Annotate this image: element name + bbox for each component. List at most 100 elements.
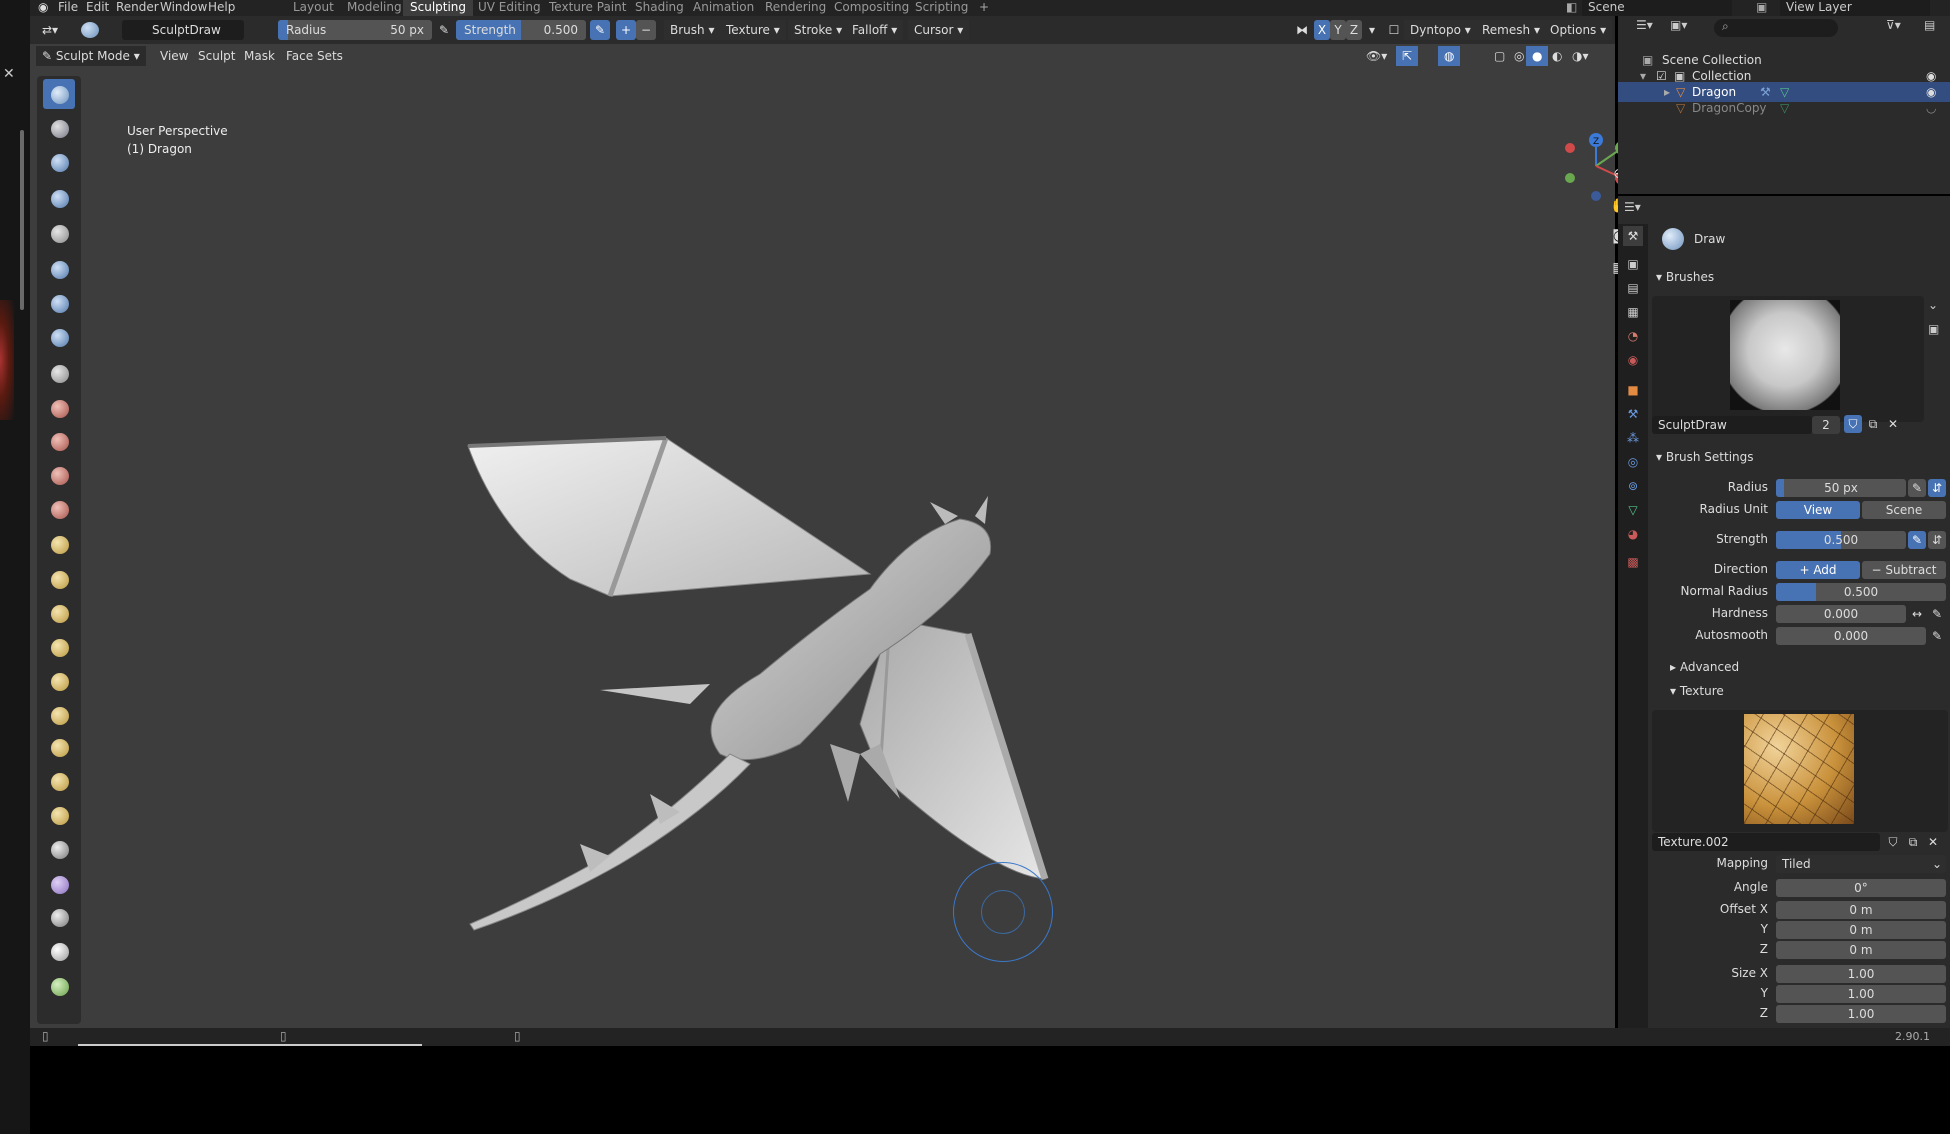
texture-menu[interactable]: Texture ▾ (720, 20, 786, 40)
tool-layer[interactable] (43, 254, 75, 284)
stroke-menu[interactable]: Stroke ▾ (788, 20, 849, 40)
radius-pressure-icon[interactable]: ✎ (1908, 479, 1926, 497)
tool-pose[interactable] (43, 732, 75, 762)
size-x-field[interactable]: 1.00 (1776, 965, 1946, 983)
mapping-dropdown[interactable]: Tiled ⌄ (1776, 855, 1946, 873)
shading-rendered-icon[interactable]: ◑▾ (1566, 46, 1595, 66)
mirror-x-toggle[interactable]: X (1314, 20, 1330, 40)
texture-preview-box[interactable] (1652, 710, 1948, 832)
tool-clay[interactable] (43, 147, 75, 177)
unlink-close-icon[interactable]: ✕ (1884, 415, 1902, 433)
editor-type-icon[interactable]: ⇄▾ (36, 20, 65, 40)
offset-y-field[interactable]: 0 m (1776, 921, 1946, 939)
sculpt-menu[interactable]: Sculpt (192, 46, 241, 66)
tool-draw-sharp[interactable] (43, 113, 75, 143)
strength-field[interactable]: 0.500 (1776, 531, 1906, 549)
output-tab-icon[interactable]: ▤ (1623, 278, 1643, 298)
radius-unit-view-button[interactable]: View (1776, 501, 1860, 519)
view-menu[interactable]: View (154, 46, 194, 66)
texture-panel-header[interactable]: ▾ Texture (1670, 684, 1724, 698)
tool-pinch[interactable] (43, 564, 75, 594)
search-input[interactable]: ⌕ (1714, 19, 1838, 37)
tool-mesh-filter[interactable] (43, 971, 75, 1001)
view-layer-field[interactable]: View Layer (1780, 0, 1930, 16)
render-tab-icon[interactable]: ▣ (1623, 254, 1643, 274)
tab-shading[interactable]: Shading (628, 0, 691, 16)
eye-closed-icon[interactable]: ◡ (1926, 98, 1936, 118)
direction-subtract-button[interactable]: − Subtract (1862, 561, 1946, 579)
view-layer-icon[interactable]: ▣ (1750, 0, 1773, 16)
brush-preview-box[interactable] (1652, 296, 1924, 422)
tool-box-mask[interactable] (43, 936, 75, 966)
duplicate-icon[interactable]: ⧉ (1864, 415, 1882, 433)
offset-z-field[interactable]: 0 m (1776, 941, 1946, 959)
gizmo-toggle-icon[interactable]: ⇱ (1396, 46, 1419, 66)
display-mode-icon[interactable]: ▣▾ (1670, 18, 1687, 32)
image-icon[interactable]: ▣ (1928, 322, 1939, 336)
hardness-field[interactable]: 0.000 (1776, 605, 1906, 623)
tool-thumb[interactable] (43, 700, 75, 730)
tool-fill[interactable] (43, 460, 75, 490)
tab-texture-paint[interactable]: Texture Paint (542, 0, 633, 16)
tool-elastic-deform[interactable] (43, 632, 75, 662)
face-sets-menu[interactable]: Face Sets (280, 46, 349, 66)
mirror-y-toggle[interactable]: Y (1330, 20, 1346, 40)
options-menu[interactable]: Options ▾ (1544, 20, 1613, 40)
tool-nudge[interactable] (43, 766, 75, 796)
fake-user-shield-icon[interactable]: ⛉ (1844, 415, 1862, 433)
chevron-down-icon[interactable]: ⌄ (1928, 298, 1938, 312)
overlay-toggle-icon[interactable]: ◍ (1438, 46, 1461, 66)
3d-viewport[interactable]: User Perspective (1) Dragon Z Y X ⊕ ✋ ◙ … (30, 44, 1629, 1028)
offset-x-field[interactable]: 0 m (1776, 901, 1946, 919)
falloff-menu[interactable]: Falloff ▾ (846, 20, 904, 40)
tool-blob[interactable] (43, 322, 75, 352)
tab-modeling[interactable]: Modeling (340, 0, 409, 16)
tool-clay-thumb[interactable] (43, 218, 75, 248)
scene-field[interactable]: Scene (1582, 0, 1732, 16)
hardness-pressure-icon[interactable]: ✎ (1928, 605, 1946, 623)
visibility-icon[interactable]: 👁▾ (1360, 46, 1393, 66)
direction-add-icon[interactable]: + (616, 20, 636, 40)
tab-sculpting[interactable]: Sculpting (403, 0, 474, 16)
mask-menu[interactable]: Mask (238, 46, 281, 66)
duplicate-icon[interactable]: ⧉ (1904, 833, 1922, 851)
advanced-panel-header[interactable]: ▸ Advanced (1670, 660, 1739, 674)
add-workspace-icon[interactable]: + (972, 0, 996, 16)
dyntopo-menu[interactable]: Dyntopo ▾ (1404, 20, 1477, 40)
scrollbar[interactable] (20, 130, 24, 310)
tool-slide-relax[interactable] (43, 834, 75, 864)
texture-name-field[interactable]: Texture.002 (1652, 833, 1880, 851)
pressure-icon[interactable]: ✎ (434, 20, 454, 40)
material-tab-icon[interactable]: ◕ (1623, 524, 1643, 544)
tool-smooth[interactable] (43, 393, 75, 423)
brush-menu[interactable]: Brush ▾ (664, 20, 721, 40)
new-collection-icon[interactable]: ▤ (1924, 18, 1935, 32)
tool-clay-strips[interactable] (43, 183, 75, 213)
invert-arrows-icon[interactable]: ↔ (1908, 605, 1926, 623)
particles-tab-icon[interactable]: ⁂ (1623, 428, 1643, 448)
autosmooth-pressure-icon[interactable]: ✎ (1928, 627, 1946, 645)
properties-editor-icon[interactable]: ☰▾ (1624, 200, 1641, 214)
cursor-menu[interactable]: Cursor ▾ (908, 20, 970, 40)
tool-scrape[interactable] (43, 494, 75, 524)
strength-slider[interactable]: Strength 0.500 (456, 20, 586, 40)
normal-radius-field[interactable]: 0.500 (1776, 583, 1946, 601)
size-y-field[interactable]: 1.00 (1776, 985, 1946, 1003)
tool-snake-hook[interactable] (43, 666, 75, 696)
tab-layout[interactable]: Layout (286, 0, 341, 16)
tool-multiplane-scrape[interactable] (43, 529, 75, 559)
radius-field[interactable]: 50 px (1776, 479, 1906, 497)
size-z-field[interactable]: 1.00 (1776, 1005, 1946, 1023)
brush-preview-icon[interactable] (76, 20, 104, 40)
close-icon[interactable]: ✕ (3, 66, 15, 82)
texture-tab-icon[interactable]: ▩ (1623, 552, 1643, 572)
unlink-close-icon[interactable]: ✕ (1924, 833, 1942, 851)
world-tab-icon[interactable]: ◉ (1623, 350, 1643, 370)
dyntopo-checkbox[interactable]: ☐ (1386, 20, 1402, 40)
scene-icon[interactable]: ◧ (1560, 0, 1583, 16)
radius-slider[interactable]: Radius 50 px (278, 20, 432, 40)
mode-selector[interactable]: ✎ Sculpt Mode ▾ (36, 46, 146, 66)
tool-grab[interactable] (43, 598, 75, 628)
scene-tab-icon[interactable]: ◔ (1623, 326, 1643, 346)
tool-mask[interactable] (43, 869, 75, 899)
